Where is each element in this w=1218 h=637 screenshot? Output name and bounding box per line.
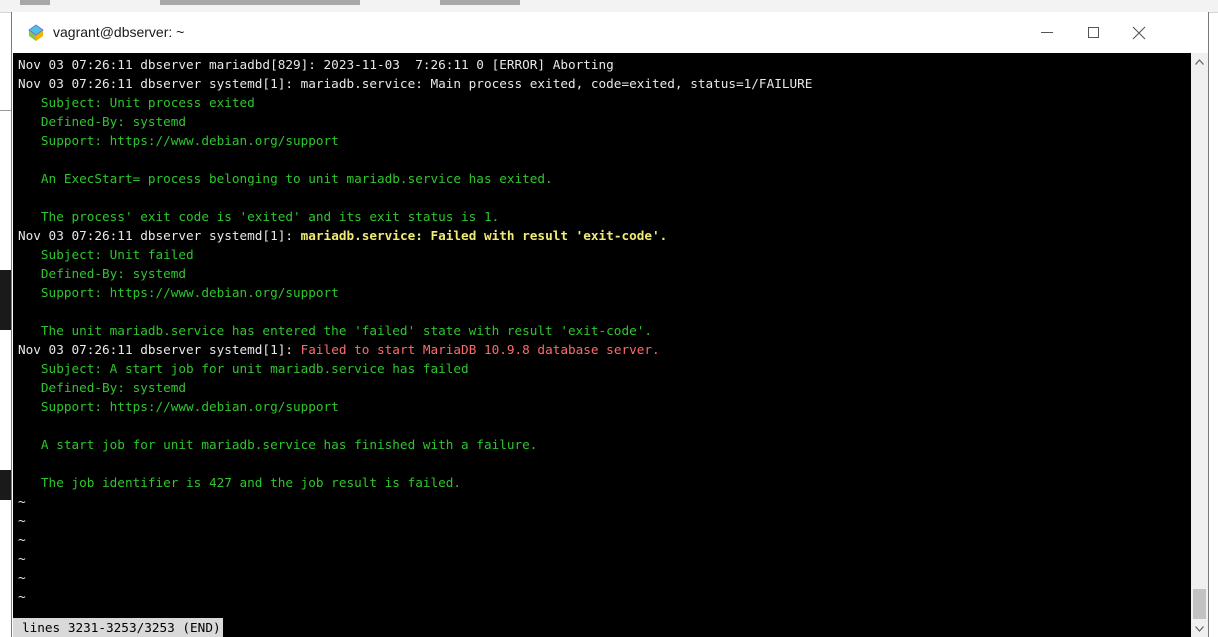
terminal-line: Defined-By: systemd [18,264,812,283]
pager-status: lines 3231-3253/3253 (END) [13,618,223,637]
terminal-line: Subject: A start job for unit mariadb.se… [18,359,812,378]
scroll-up-button[interactable] [1191,53,1208,70]
terminal-line: Subject: Unit failed [18,245,812,264]
terminal-lines: Nov 03 07:26:11 dbserver mariadbd[829]: … [18,55,812,606]
scroll-down-button[interactable] [1191,620,1208,637]
terminal-text: The process' exit code is 'exited' and i… [18,209,500,224]
terminal-line: Defined-By: systemd [18,378,812,397]
terminal-text: Nov 03 07:26:11 dbserver mariadbd[829]: … [18,57,614,72]
title-bar[interactable]: vagrant@dbserver: ~ [12,12,1208,53]
terminal-text: Support: https://www.debian.org/support [18,285,339,300]
terminal-line: Support: https://www.debian.org/support [18,131,812,150]
terminal-line: Subject: Unit process exited [18,93,812,112]
terminal-text: The job identifier is 427 and the job re… [18,475,462,490]
terminal-output[interactable]: Nov 03 07:26:11 dbserver mariadbd[829]: … [13,53,1191,637]
background-toolbar-mark [20,0,50,5]
terminal-text: Nov 03 07:26:11 dbserver systemd[1]: mar… [18,76,813,91]
terminal-window: vagrant@dbserver: ~ Nov 03 07:26:11 dbse… [11,12,1209,637]
terminal-line: An ExecStart= process belonging to unit … [18,169,812,188]
close-icon [1132,26,1146,39]
terminal-text: ~ [18,589,26,604]
maximize-icon [1087,27,1099,38]
background-app-edge [0,470,11,500]
terminal-text: A start job for unit mariadb.service has… [18,437,538,452]
minimize-icon [1041,32,1053,33]
background-toolbar-mark [160,0,360,5]
terminal-text: Failed to start MariaDB 10.9.8 database … [300,342,660,357]
terminal-text: Defined-By: systemd [18,114,187,129]
terminal-text: Subject: A start job for unit mariadb.se… [18,361,469,376]
putty-icon [28,24,44,41]
window-title: vagrant@dbserver: ~ [53,24,185,40]
chevron-up-icon [1195,58,1204,65]
maximize-button[interactable] [1070,12,1116,53]
chevron-down-icon [1195,625,1204,632]
vertical-scrollbar[interactable] [1191,53,1208,637]
terminal-text: An ExecStart= process belonging to unit … [18,171,553,186]
terminal-line: ~ [18,587,812,606]
background-toolbar-mark [440,0,520,5]
terminal-text: Support: https://www.debian.org/support [18,133,339,148]
terminal-line: ~ [18,549,812,568]
terminal-line: Defined-By: systemd [18,112,812,131]
terminal-text: ~ [18,494,26,509]
terminal-line: Support: https://www.debian.org/support [18,283,812,302]
terminal-text: Support: https://www.debian.org/support [18,399,339,414]
terminal-text: The unit mariadb.service has entered the… [18,323,652,338]
terminal-text: Defined-By: systemd [18,266,187,281]
terminal-text: ~ [18,551,26,566]
terminal-text: Subject: Unit process exited [18,95,255,110]
background-app-edge [0,270,11,330]
terminal-line: The job identifier is 427 and the job re… [18,473,812,492]
close-button[interactable] [1116,12,1162,53]
background-app-edge [0,110,11,141]
terminal-line: ~ [18,492,812,511]
terminal-text: Nov 03 07:26:11 dbserver systemd[1]: [18,342,301,357]
terminal-line: Support: https://www.debian.org/support [18,397,812,416]
terminal-line: The unit mariadb.service has entered the… [18,321,812,340]
terminal-line: The process' exit code is 'exited' and i… [18,207,812,226]
terminal-line: ~ [18,568,812,587]
terminal-line: Nov 03 07:26:11 dbserver systemd[1]: mar… [18,74,812,93]
terminal-text: Defined-By: systemd [18,380,187,395]
terminal-line: ~ [18,511,812,530]
terminal-text: ~ [18,513,26,528]
terminal-line: ~ [18,530,812,549]
terminal-line: Nov 03 07:26:11 dbserver systemd[1]: Fai… [18,340,812,359]
terminal-line: Nov 03 07:26:11 dbserver systemd[1]: mar… [18,226,812,245]
terminal-line: Nov 03 07:26:11 dbserver mariadbd[829]: … [18,55,812,74]
terminal-text: ~ [18,570,26,585]
minimize-button[interactable] [1024,12,1070,53]
terminal-text: ~ [18,532,26,547]
scroll-thumb[interactable] [1193,589,1206,619]
terminal-text: Nov 03 07:26:11 dbserver systemd[1]: [18,228,301,243]
terminal-line: A start job for unit mariadb.service has… [18,435,812,454]
terminal-text: mariadb.service: Failed with result 'exi… [300,228,668,243]
terminal-text: Subject: Unit failed [18,247,194,262]
